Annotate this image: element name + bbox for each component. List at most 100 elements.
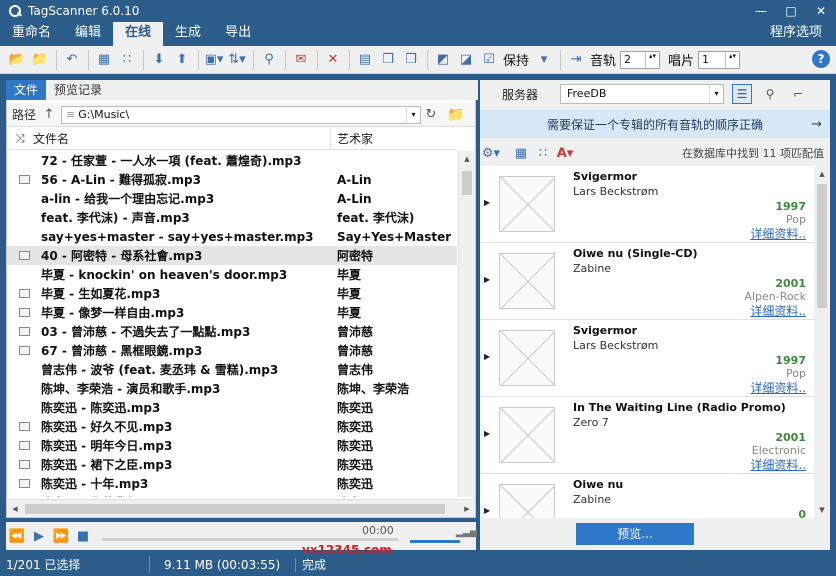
chevron-down-icon[interactable]: ▾	[533, 49, 555, 71]
file-row[interactable]: 陈奕迅 - 你的背包.mp3陈奕迅	[7, 493, 457, 497]
chevron-down-icon[interactable]: ▾	[406, 106, 420, 123]
help-icon[interactable]: ?	[812, 50, 830, 68]
file-row[interactable]: feat. 李代沫) - 声音.mp3 feat. 李代沫)	[7, 208, 457, 227]
result-card[interactable]: ▶ Svigermor Lars Beckstrøm 1997 Pop 详细资料..	[480, 320, 814, 397]
refresh-icon[interactable]: ↻	[421, 107, 441, 122]
list-view-icon[interactable]: ☰	[732, 84, 752, 104]
expand-icon[interactable]: ▶	[484, 429, 490, 438]
expand-icon[interactable]: ▶	[484, 275, 490, 284]
scroll-thumb[interactable]	[462, 171, 472, 195]
path-input[interactable]: ≡ G:\Music\ ▾	[61, 105, 421, 124]
file-list-scrollbar[interactable]: ▲	[458, 151, 475, 497]
file-row[interactable]: 毕夏 - 像梦一样自由.mp3 毕夏	[7, 303, 457, 322]
favorite-folder-icon[interactable]: 📁	[445, 107, 467, 123]
details-link[interactable]: 详细资料..	[750, 225, 806, 242]
file-row[interactable]: 72 - 任家萱 - 一人水一項 (feat. 蕭煌奇).mp3	[7, 151, 457, 170]
preview-button[interactable]: 预览...	[576, 523, 694, 545]
scroll-left-icon[interactable]: ◀	[7, 505, 23, 513]
grid-view-icon[interactable]: ▦	[93, 49, 115, 71]
file-row[interactable]: 陈奕迅 - 好久不见.mp3 陈奕迅	[7, 417, 457, 436]
document-stack-icon[interactable]: ❒	[400, 49, 422, 71]
disc-stepper[interactable]: 1 ▴▾	[698, 50, 741, 69]
tab-preview-log[interactable]: 预览记录	[46, 80, 110, 100]
sort-icon[interactable]: ⇅▾	[226, 49, 248, 71]
scroll-right-icon[interactable]: ▶	[459, 505, 475, 513]
grid-view-icon[interactable]: ▦	[510, 146, 532, 161]
scroll-thumb[interactable]	[817, 184, 827, 308]
remove-tags-icon[interactable]: ✕	[322, 49, 344, 71]
small-grid-icon[interactable]: ∷	[532, 146, 554, 161]
close-icon[interactable]: ✕	[806, 0, 836, 22]
details-link[interactable]: 详细资料..	[750, 456, 806, 473]
tab-rename[interactable]: 重命名	[0, 22, 63, 46]
rewind-icon[interactable]: ⏪	[6, 529, 28, 544]
column-filename[interactable]: 文件名	[33, 127, 331, 150]
file-row[interactable]: 毕夏 - knockin' on heaven's door.mp3 毕夏	[7, 265, 457, 284]
file-row[interactable]: 曾志伟 - 波爷 (feat. 麦丞玮 & 雪糕).mp3 曾志伟	[7, 360, 457, 379]
file-row[interactable]: 03 - 曾沛慈 - 不過失去了一點點.mp3 曾沛慈	[7, 322, 457, 341]
tab-export[interactable]: 导出	[213, 22, 263, 46]
result-card[interactable]: ▶ Oiwe nu Zabine 0	[480, 474, 814, 518]
save-tags-icon[interactable]: ✉	[290, 49, 312, 71]
list-check-icon[interactable]: ☑	[478, 49, 500, 71]
file-row[interactable]: 40 - 阿密特 - 母系社會.mp3 阿密特	[7, 246, 457, 265]
playback-progress[interactable]	[102, 538, 398, 541]
export-image-icon[interactable]: ◩	[432, 49, 454, 71]
file-row[interactable]: a-lin - 给我一个理由忘记.mp3 A-Lin	[7, 189, 457, 208]
file-row[interactable]: 67 - 曾沛慈 - 黑框眼鏡.mp3 曾沛慈	[7, 341, 457, 360]
import-image-icon[interactable]: ◪	[455, 49, 477, 71]
move-down-icon[interactable]: ⬇	[148, 49, 170, 71]
move-up-icon[interactable]: ⬆	[171, 49, 193, 71]
result-card[interactable]: ▶ Oiwe nu (Single-CD) Zabine 2001 Alpen-Rock…	[480, 243, 814, 320]
gear-icon[interactable]: ⚙▾	[480, 146, 502, 161]
maximize-icon[interactable]: □	[776, 0, 806, 22]
file-row[interactable]: 陈奕迅 - 明年今日.mp3 陈奕迅	[7, 436, 457, 455]
fast-forward-icon[interactable]: ⏩	[50, 529, 72, 544]
result-card[interactable]: ▶ In The Waiting Line (Radio Promo) Zero 7…	[480, 397, 814, 474]
file-row[interactable]: 陈奕迅 - 十年.mp3 陈奕迅	[7, 474, 457, 493]
result-card[interactable]: ▶ Svigermor Lars Beckstrøm 1997 Pop 详细资料..	[480, 166, 814, 243]
scroll-up-icon[interactable]: ▲	[459, 151, 475, 167]
tab-online[interactable]: 在线	[113, 22, 164, 46]
tab-files[interactable]: 文件	[6, 80, 47, 100]
shuffle-icon[interactable]: ⤨	[7, 131, 33, 146]
exit-icon[interactable]: ⇥	[565, 49, 587, 71]
up-folder-icon[interactable]: ↑	[41, 107, 57, 122]
hscroll-thumb[interactable]	[25, 503, 445, 514]
keep-dropdown[interactable]: 保持	[503, 50, 529, 69]
results-scrollbar[interactable]: ▲ ▼	[814, 166, 830, 518]
tab-generate[interactable]: 生成	[163, 22, 213, 46]
file-list-hscrollbar[interactable]: ◀ ▶	[7, 499, 475, 517]
small-grid-icon[interactable]: ∷	[116, 49, 138, 71]
stop-icon[interactable]: ■	[72, 529, 94, 544]
column-artist[interactable]: 艺术家	[331, 130, 373, 147]
details-link[interactable]: 详细资料..	[750, 379, 806, 396]
play-icon[interactable]: ▶	[28, 529, 50, 544]
stepper-arrows-icon[interactable]: ▴▾	[725, 51, 739, 68]
search-icon[interactable]: ⚲	[258, 49, 280, 71]
select-frame-icon[interactable]: ▣▾	[203, 49, 225, 71]
expand-icon[interactable]: ▶	[484, 506, 490, 515]
document-icon[interactable]: ▤	[354, 49, 376, 71]
file-row[interactable]: say+yes+master - say+yes+master.mp3 Say+Y…	[7, 227, 457, 246]
tab-edit[interactable]: 编辑	[63, 22, 113, 46]
minimize-icon[interactable]: —	[746, 0, 776, 22]
open-folder-icon[interactable]: 📂	[6, 49, 28, 71]
clear-icon[interactable]: ⌐	[788, 84, 808, 104]
expand-icon[interactable]: ▶	[484, 198, 490, 207]
undo-icon[interactable]: ↶	[61, 49, 83, 71]
scroll-up-icon[interactable]: ▲	[814, 166, 830, 182]
details-link[interactable]: 详细资料..	[750, 302, 806, 319]
track-stepper[interactable]: 2 ▴▾	[620, 50, 661, 69]
volume-slider[interactable]	[410, 540, 460, 543]
arrow-right-icon[interactable]: →	[811, 117, 822, 132]
stepper-arrows-icon[interactable]: ▴▾	[645, 51, 659, 68]
search-icon[interactable]: ⚲	[760, 84, 780, 104]
server-select[interactable]: FreeDB ▾	[560, 84, 724, 104]
expand-icon[interactable]: ▶	[484, 352, 490, 361]
add-folder-icon[interactable]: 📁	[29, 49, 51, 71]
file-row[interactable]: 陈坤、李荣浩 - 演员和歌手.mp3 陈坤、李荣浩	[7, 379, 457, 398]
file-row[interactable]: 56 - A-Lin - 難得孤寂.mp3 A-Lin	[7, 170, 457, 189]
document-copy-icon[interactable]: ❐	[377, 49, 399, 71]
file-row[interactable]: 毕夏 - 生如夏花.mp3 毕夏	[7, 284, 457, 303]
